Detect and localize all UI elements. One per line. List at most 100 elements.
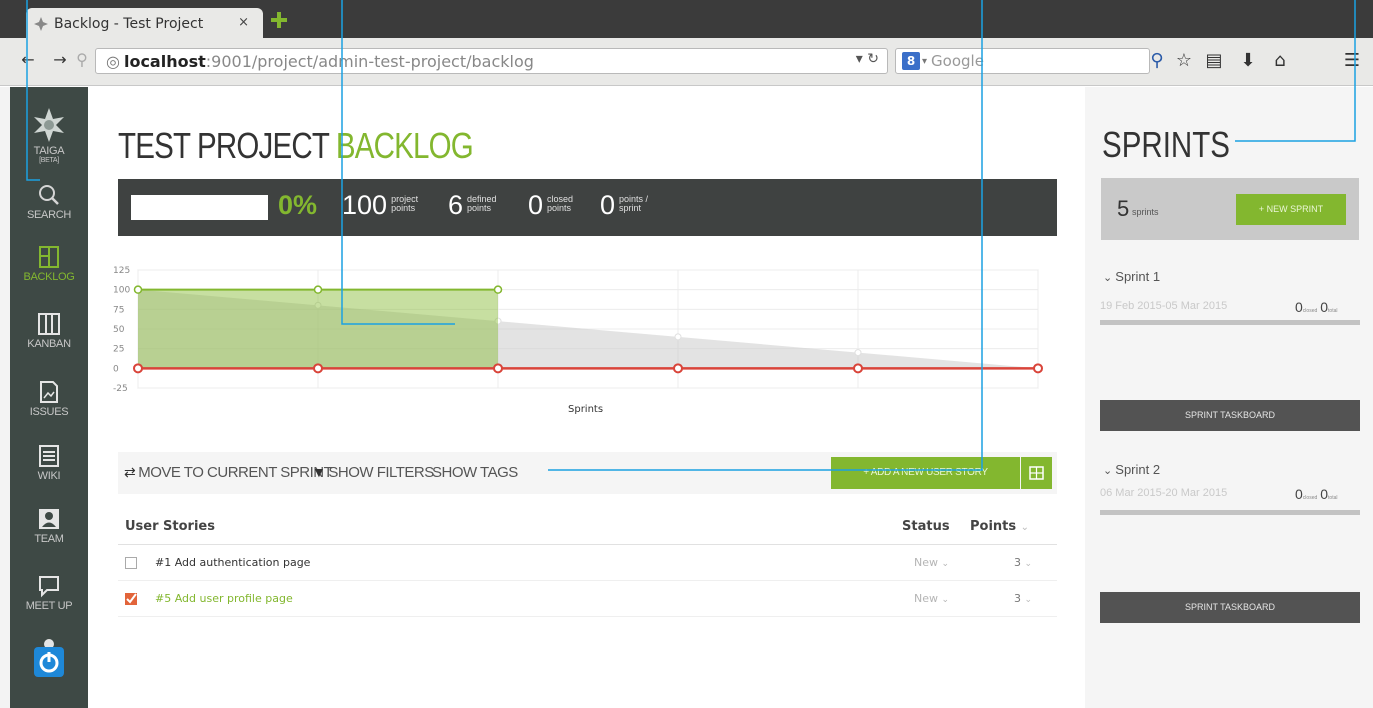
sprint-2-progress <box>1100 510 1360 515</box>
page-title-main: TEST PROJECT <box>118 125 329 166</box>
defined-points-stat: 6 defined points <box>448 190 497 221</box>
tab-title: Backlog - Test Project <box>54 16 204 32</box>
col-points[interactable]: Points ⌄ <box>970 519 1029 534</box>
sidebar-item-backlog[interactable]: BACKLOG <box>10 245 88 283</box>
chart-y-tick-label: 50 <box>113 325 125 335</box>
sprint-2-taskboard-button[interactable]: SPRINT TASKBOARD <box>1100 592 1360 623</box>
sidebar-label-wiki: WIKI <box>37 470 61 482</box>
new-sprint-button[interactable]: + NEW SPRINT <box>1236 194 1346 225</box>
sprint-1-total-label: total <box>1328 308 1338 314</box>
table-row[interactable]: #5 Add user profile page New ⌄ 3 ⌄ <box>118 581 1057 617</box>
backlog-toolbar: ⇄ MOVE TO CURRENT SPRINT ▼ SHOW FILTERS SH… <box>118 452 1057 494</box>
story-points[interactable]: 3 ⌄ <box>1014 592 1032 605</box>
sprints-panel: SPRINTS 5 sprints + NEW SPRINT ⌄ Sprint … <box>1085 87 1373 708</box>
backlog-icon <box>39 246 59 268</box>
sprints-title: SPRINTS <box>1102 124 1230 165</box>
kanban-icon <box>38 313 60 335</box>
sidebar-item-meetup[interactable]: MEET UP <box>10 574 88 612</box>
story-status[interactable]: New ⌄ <box>914 556 949 569</box>
search-placeholder: Google <box>931 52 984 70</box>
reload-icon[interactable]: ▾ ↻ <box>856 51 879 67</box>
sprint-1-taskboard-button[interactable]: SPRINT TASKBOARD <box>1100 400 1360 431</box>
add-user-story-button[interactable]: + ADD A NEW USER STORY <box>831 457 1020 489</box>
story-title[interactable]: #1 Add authentication page <box>155 556 310 569</box>
bookmark-star-icon[interactable]: ☆ <box>1172 49 1196 73</box>
url-bar[interactable]: ◎ localhost :9001/project/admin-test-pro… <box>95 48 888 74</box>
sprint-2-closed-label: closed <box>1302 495 1318 501</box>
issues-icon <box>40 381 58 403</box>
url-path: :9001/project/admin-test-project/backlog <box>205 51 534 71</box>
sidebar-item-team[interactable]: TEAM <box>10 507 88 545</box>
chart-point-zero <box>673 363 683 374</box>
page-title: TEST PROJECT BACKLOG <box>118 125 474 167</box>
page-title-accent: BACKLOG <box>335 125 474 166</box>
filter-icon: ▼ <box>312 464 326 480</box>
search-engine-icon[interactable]: 8 <box>902 52 920 70</box>
app-sidebar: TAIGA [BETA] SEARCH BACKLOG KANBAN ISSUE… <box>0 87 88 708</box>
story-status[interactable]: New ⌄ <box>914 592 949 605</box>
browser-search-bar[interactable]: 8 ▾ Google <box>895 48 1150 74</box>
col-status[interactable]: Status <box>902 519 950 534</box>
download-icon[interactable]: ⬇ <box>1236 49 1260 73</box>
story-title[interactable]: #5 Add user profile page <box>155 592 293 605</box>
story-status-label: New <box>914 592 938 605</box>
new-tab-icon[interactable] <box>270 11 288 29</box>
settings-power-icon <box>34 639 64 677</box>
project-points-label: project points <box>391 194 419 213</box>
search-icon[interactable]: ⚲ <box>1145 49 1169 73</box>
chart-point-zero <box>853 363 863 374</box>
story-checkbox-checked[interactable] <box>125 593 137 605</box>
show-tags-button[interactable]: SHOW TAGS <box>432 464 518 481</box>
backlog-main: TEST PROJECT BACKLOG 0% 100 project poin… <box>88 87 1085 708</box>
forward-icon[interactable]: → <box>48 48 72 72</box>
chart-point-zero <box>1033 363 1043 374</box>
identity-icon[interactable]: ⚲ <box>70 48 94 72</box>
chart-point-zero <box>313 363 323 374</box>
sidebar-item-kanban[interactable]: KANBAN <box>10 312 88 350</box>
home-icon[interactable]: ⌂ <box>1268 49 1292 73</box>
sprint-1-stats: 0closed 0total <box>1295 299 1341 315</box>
sidebar-label-team: TEAM <box>34 533 64 545</box>
taiga-favicon-icon <box>34 17 48 31</box>
closed-points-value: 0 <box>528 190 544 220</box>
col-user-stories: User Stories <box>125 519 215 534</box>
sidebar-item-issues[interactable]: ISSUES <box>10 380 88 418</box>
story-checkbox[interactable] <box>125 557 137 569</box>
browser-navbar: ← → ⚲ ◎ localhost :9001/project/admin-te… <box>0 38 1373 86</box>
col-points-label: Points <box>970 519 1017 534</box>
taiga-logo[interactable]: TAIGA [BETA] <box>10 107 88 164</box>
bulk-insert-icon <box>1029 466 1044 480</box>
show-filters-label: SHOW FILTERS <box>328 464 434 481</box>
sprint-1-toggle[interactable]: ⌄ Sprint 1 <box>1103 269 1160 284</box>
logo-label: TAIGA <box>33 145 65 157</box>
browser-tab[interactable]: Backlog - Test Project × <box>26 8 263 40</box>
sidebar-item-search[interactable]: SEARCH <box>10 183 88 221</box>
sidebar-label-issues: ISSUES <box>29 406 69 418</box>
taiga-logo-icon <box>34 108 64 142</box>
chart-point-actual <box>313 285 323 294</box>
reading-list-icon[interactable]: ▤ <box>1202 49 1226 73</box>
check-icon <box>125 593 137 605</box>
user-stories-header: User Stories Status Points ⌄ <box>118 507 1057 545</box>
globe-icon: ◎ <box>106 51 120 71</box>
chart-point-actual <box>133 285 143 294</box>
story-points[interactable]: 3 ⌄ <box>1014 556 1032 569</box>
back-icon[interactable]: ← <box>16 48 40 72</box>
move-to-current-sprint-button[interactable]: ⇄ MOVE TO CURRENT SPRINT <box>124 464 333 481</box>
search-icon <box>39 185 59 205</box>
closed-points-stat: 0 closed points <box>528 190 573 221</box>
chevron-down-icon: ⌄ <box>1103 272 1116 284</box>
show-filters-button[interactable]: ▼ SHOW FILTERS <box>312 464 434 481</box>
bulk-insert-button[interactable] <box>1021 457 1052 489</box>
close-tab-icon[interactable]: × <box>238 15 249 30</box>
menu-icon[interactable]: ☰ <box>1340 49 1364 73</box>
sidebar-label-search: SEARCH <box>26 209 72 221</box>
table-row[interactable]: #1 Add authentication page New ⌄ 3 ⌄ <box>118 545 1057 581</box>
sprint-2-name: Sprint 2 <box>1115 462 1161 477</box>
sidebar-label-meetup: MEET UP <box>25 600 73 612</box>
project-points-value: 100 <box>342 190 388 220</box>
project-points-stat: 100 project points <box>342 190 418 221</box>
sidebar-settings[interactable] <box>10 637 88 679</box>
sidebar-item-wiki[interactable]: WIKI <box>10 444 88 482</box>
sprint-2-toggle[interactable]: ⌄ Sprint 2 <box>1103 462 1160 477</box>
